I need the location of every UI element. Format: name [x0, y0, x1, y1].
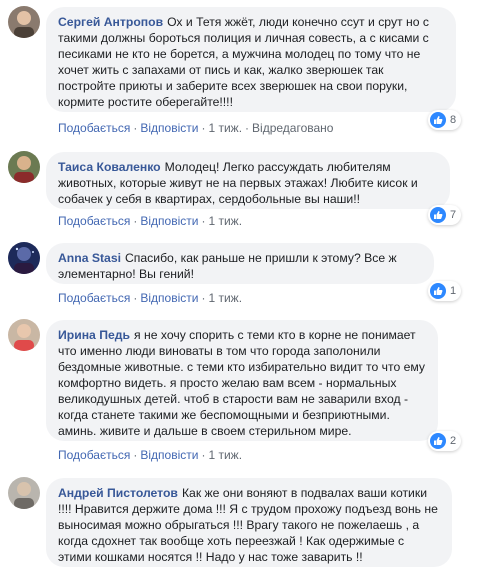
- comment-bubble: Сергей Антропов Ох и Тетя жжёт, люди коне…: [46, 7, 456, 112]
- reaction-count[interactable]: 1: [428, 281, 462, 301]
- like-link[interactable]: Подобається: [58, 121, 130, 135]
- timestamp[interactable]: 1 тиж.: [208, 291, 242, 305]
- comment: Anna Stasi Спасибо, как раньше не пришли …: [0, 236, 480, 312]
- comment-list: Сергей Антропов Ох и Тетя жжёт, люди коне…: [0, 0, 480, 567]
- author-name[interactable]: Сергей Антропов: [58, 15, 163, 29]
- reaction-count[interactable]: 7: [428, 205, 462, 225]
- reply-link[interactable]: Відповісти: [140, 291, 198, 305]
- user-avatar-icon: [8, 477, 40, 509]
- comment-bubble: Андрей Пистолетов Как же они воняют в под…: [46, 478, 452, 567]
- like-icon: [430, 433, 446, 449]
- comment-text: я не хочу спорить с теми кто в корне не …: [58, 328, 426, 438]
- avatar[interactable]: [8, 151, 40, 183]
- timestamp[interactable]: 1 тиж.: [208, 214, 242, 228]
- user-avatar-icon: [8, 151, 40, 183]
- reaction-number: 7: [450, 209, 457, 221]
- reaction-number: 8: [450, 114, 457, 126]
- author-name[interactable]: Таиса Коваленко: [58, 160, 161, 174]
- comment-bubble: Таиса Коваленко Молодец! Легко рассуждать…: [46, 152, 450, 209]
- timestamp[interactable]: 1 тиж.: [208, 448, 242, 462]
- avatar[interactable]: [8, 242, 40, 274]
- comment-actions: Подобається · Відповісти · 1 тиж.: [58, 448, 243, 462]
- user-avatar-icon: [8, 6, 40, 38]
- reply-link[interactable]: Відповісти: [140, 214, 198, 228]
- comment: Ирина Педь я не хочу спорить с теми кто в…: [0, 313, 480, 463]
- comment-text: Ох и Тетя жжёт, люди конечно ссут и срут…: [58, 15, 429, 109]
- edited-label: Відредаговано: [252, 121, 334, 135]
- comment-actions: Подобається · Відповісти · 1 тиж.: [58, 291, 243, 305]
- avatar[interactable]: [8, 6, 40, 38]
- avatar[interactable]: [8, 477, 40, 509]
- avatar[interactable]: [8, 319, 40, 351]
- author-name[interactable]: Ирина Педь: [58, 328, 130, 342]
- comment: Андрей Пистолетов Как же они воняют в под…: [0, 471, 480, 567]
- author-name[interactable]: Anna Stasi: [58, 251, 121, 265]
- like-icon: [430, 283, 446, 299]
- user-avatar-icon: [8, 319, 40, 351]
- comment-actions: Подобається · Відповісти · 1 тиж. · Відредагов…: [58, 121, 334, 135]
- reaction-count[interactable]: 8: [428, 110, 462, 130]
- reaction-number: 1: [450, 285, 457, 297]
- reaction-number: 2: [450, 435, 457, 447]
- comment: Таиса Коваленко Молодец! Легко рассуждать…: [0, 145, 480, 235]
- user-avatar-icon: [8, 242, 40, 274]
- comment-bubble: Ирина Педь я не хочу спорить с теми кто в…: [46, 320, 438, 441]
- like-icon: [430, 207, 446, 223]
- like-icon: [430, 112, 446, 128]
- reply-link[interactable]: Відповісти: [140, 448, 198, 462]
- author-name[interactable]: Андрей Пистолетов: [58, 486, 178, 500]
- like-link[interactable]: Подобається: [58, 214, 130, 228]
- timestamp[interactable]: 1 тиж.: [208, 121, 242, 135]
- like-link[interactable]: Подобається: [58, 291, 130, 305]
- comment-actions: Подобається · Відповісти · 1 тиж.: [58, 214, 243, 228]
- reaction-count[interactable]: 2: [428, 431, 462, 451]
- like-link[interactable]: Подобається: [58, 448, 130, 462]
- comment-bubble: Anna Stasi Спасибо, как раньше не пришли …: [46, 243, 434, 284]
- reply-link[interactable]: Відповісти: [140, 121, 198, 135]
- comment: Сергей Антропов Ох и Тетя жжёт, люди коне…: [0, 0, 480, 140]
